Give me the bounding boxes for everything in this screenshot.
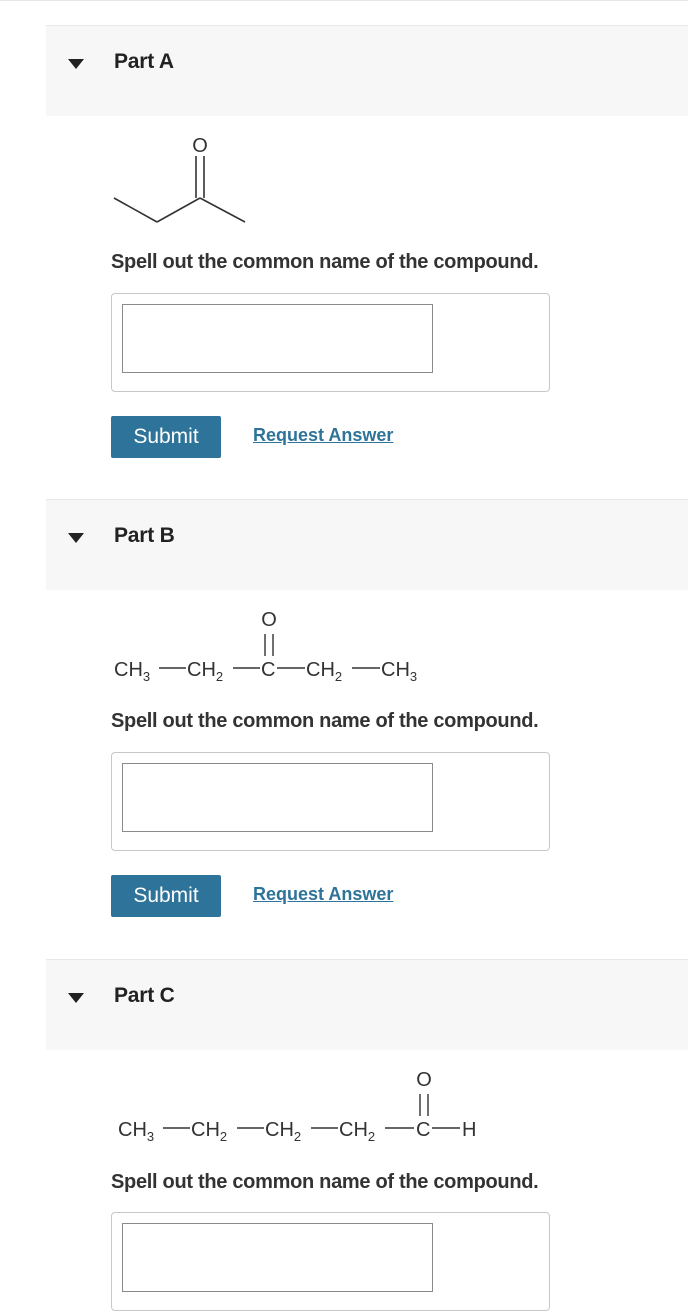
group-ch: CH — [265, 1119, 294, 1141]
triangle-down-icon[interactable] — [68, 58, 84, 70]
hydrogen-label: H — [462, 1119, 476, 1141]
part-c-answer-input[interactable] — [122, 1223, 433, 1292]
oxygen-label: O — [261, 609, 277, 631]
group-ch: CH — [187, 659, 216, 681]
carbonyl-carbon: C — [416, 1119, 430, 1141]
part-a-prompt: Spell out the common name of the compoun… — [111, 251, 539, 273]
part-a-structure: O — [113, 135, 246, 223]
oxygen-label: O — [192, 135, 208, 157]
part-c-header[interactable]: Part C — [46, 959, 688, 1050]
group-ch: CH — [381, 659, 410, 681]
top-divider — [0, 0, 688, 1]
svg-text:CH3: CH3 — [114, 659, 150, 684]
part-a-answer-box — [111, 293, 550, 392]
part-c-title: Part C — [114, 984, 175, 1007]
part-a-header[interactable]: Part A — [46, 25, 688, 116]
svg-text:CH2: CH2 — [265, 1119, 301, 1144]
part-c-structure: O CH3 CH2 CH2 CH2 C H — [118, 1069, 476, 1144]
group-ch: CH — [118, 1119, 147, 1141]
subscript: 3 — [410, 669, 417, 684]
svg-text:CH2: CH2 — [191, 1119, 227, 1144]
part-c-answer-box — [111, 1212, 550, 1311]
part-a-answer-input[interactable] — [122, 304, 433, 373]
triangle-down-icon[interactable] — [68, 532, 84, 544]
part-b-submit-button[interactable]: Submit — [111, 875, 221, 917]
subscript: 3 — [143, 669, 150, 684]
group-ch: CH — [306, 659, 335, 681]
svg-text:CH2: CH2 — [306, 659, 342, 684]
part-b-title: Part B — [114, 524, 175, 547]
subscript: 2 — [368, 1129, 375, 1144]
group-ch: CH — [191, 1119, 220, 1141]
subscript: 2 — [294, 1129, 301, 1144]
group-ch: CH — [114, 659, 143, 681]
group-ch: CH — [339, 1119, 368, 1141]
part-c-prompt: Spell out the common name of the compoun… — [111, 1171, 539, 1193]
svg-text:CH2: CH2 — [187, 659, 223, 684]
subscript: 3 — [147, 1129, 154, 1144]
part-a-title: Part A — [114, 50, 174, 73]
part-a-request-answer-link[interactable]: Request Answer — [253, 425, 393, 446]
subscript: 2 — [335, 669, 342, 684]
part-b-header[interactable]: Part B — [46, 499, 688, 590]
svg-text:CH2: CH2 — [339, 1119, 375, 1144]
part-a-submit-button[interactable]: Submit — [111, 416, 221, 458]
svg-text:CH3: CH3 — [118, 1119, 154, 1144]
triangle-down-icon[interactable] — [68, 992, 84, 1004]
part-b-prompt: Spell out the common name of the compoun… — [111, 710, 539, 732]
subscript: 2 — [216, 669, 223, 684]
part-b-structure: O CH3 CH2 C CH2 CH3 — [114, 609, 417, 684]
carbonyl-carbon: C — [261, 659, 275, 681]
oxygen-label: O — [416, 1069, 432, 1091]
part-b-answer-input[interactable] — [122, 763, 433, 832]
subscript: 2 — [220, 1129, 227, 1144]
part-b-answer-box — [111, 752, 550, 851]
svg-text:CH3: CH3 — [381, 659, 417, 684]
part-b-request-answer-link[interactable]: Request Answer — [253, 884, 393, 905]
